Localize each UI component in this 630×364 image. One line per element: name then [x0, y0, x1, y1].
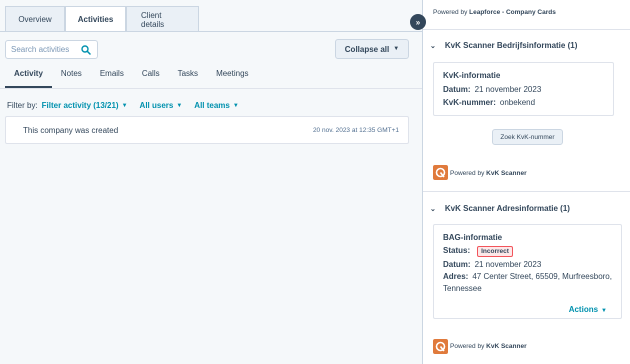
filter-activity-label: Filter activity (13/21) [41, 101, 119, 110]
tab-label: Activities [77, 15, 114, 24]
card-title: KvK-informatie [443, 71, 501, 80]
kvk-info-card: KvK-informatie Datum: 21 november 2023 Kv… [433, 62, 614, 116]
subtab-divider [0, 88, 422, 89]
tab-meetings[interactable]: Meetings [207, 66, 257, 88]
powered-brand: Leapforce - Company Cards [469, 9, 556, 16]
datum-label: Datum: [443, 85, 471, 94]
chevron-down-icon: ⌄ [430, 42, 436, 50]
button-label: Zoek KvK-nummer [500, 133, 555, 141]
powered-prefix: Powered by [433, 9, 470, 16]
activities-panel: Overview Activities Client details Searc… [0, 0, 422, 364]
filter-bar: Filter by: Filter activity (13/21) ▼ All … [7, 101, 251, 110]
datum-value: 21 november 2023 [474, 260, 542, 269]
tab-label: Client details [141, 10, 165, 29]
chevron-down-icon: ⌄ [430, 205, 436, 213]
tab-calls[interactable]: Calls [133, 66, 169, 88]
datum-label: Datum: [443, 260, 471, 269]
record-tabs: Overview Activities Client details [5, 6, 199, 32]
double-chevron-right-icon: » [415, 17, 421, 27]
activity-text: This company was created [23, 126, 119, 135]
tab-client-details[interactable]: Client details [126, 6, 199, 32]
powered-prefix: Powered by [450, 170, 487, 177]
collapse-label: Collapse all [344, 44, 390, 54]
powered-by-leapforce: Powered by Leapforce - Company Cards [433, 9, 556, 16]
all-teams-dropdown[interactable]: All teams ▼ [194, 101, 239, 110]
tab-activities[interactable]: Activities [65, 6, 126, 32]
powered-brand: KvK Scanner [486, 343, 527, 350]
filter-label: Filter by: [7, 101, 38, 110]
powered-brand: KvK Scanner [486, 170, 527, 177]
section-divider [423, 191, 630, 192]
all-teams-label: All teams [194, 101, 230, 110]
tab-emails[interactable]: Emails [91, 66, 133, 88]
adres-line2: Tennessee [443, 284, 482, 293]
kvk-number-value: onbekend [499, 98, 536, 107]
adres-row: Adres: 47 Center Street, 65509, Murfreesb… [443, 272, 612, 281]
powered-by-kvk-scanner: Powered by KvK Scanner [450, 343, 527, 350]
tab-tasks[interactable]: Tasks [169, 66, 207, 88]
search-icon[interactable] [79, 43, 93, 57]
caret-down-icon: ▼ [232, 102, 239, 109]
search-input[interactable]: Search activities [5, 40, 98, 59]
datum-row: Datum: 21 november 2023 [443, 85, 541, 94]
all-users-label: All users [139, 101, 174, 110]
adres-label: Adres: [443, 272, 469, 281]
powered-prefix: Powered by [450, 343, 487, 350]
datum-value: 21 november 2023 [474, 85, 542, 94]
tab-label: Overview [18, 15, 52, 24]
tab-notes[interactable]: Notes [52, 66, 91, 88]
kvk-scanner-logo-icon [433, 339, 448, 354]
card-title: BAG-informatie [443, 233, 503, 242]
section-kvk-adresinformatie[interactable]: ⌄ KvK Scanner Adresinformatie (1) [430, 204, 570, 213]
powered-by-kvk-scanner: Powered by KvK Scanner [450, 170, 527, 177]
datum-row: Datum: 21 november 2023 [443, 260, 541, 269]
actions-dropdown[interactable]: Actions ▼ [569, 305, 607, 314]
all-users-dropdown[interactable]: All users ▼ [140, 101, 183, 110]
section-title: KvK Scanner Adresinformatie (1) [444, 204, 570, 213]
actions-label: Actions [568, 305, 599, 314]
expand-sidebar-button[interactable]: » [410, 14, 426, 30]
activity-item: This company was created 20 nov. 2023 at… [5, 116, 409, 144]
bag-info-card: BAG-informatie Status: Incorrect Datum: 21… [433, 224, 622, 319]
kvk-scanner-logo-icon [433, 165, 448, 180]
kvk-number-label: KvK-nummer: [443, 98, 496, 107]
caret-down-icon: ▼ [601, 308, 607, 314]
activity-type-tabs: Activity Notes Emails Calls Tasks Meetin… [5, 66, 258, 88]
tab-overview[interactable]: Overview [5, 6, 65, 32]
section-title: KvK Scanner Bedrijfsinformatie (1) [444, 41, 578, 50]
filter-activity-dropdown[interactable]: Filter activity (13/21) ▼ [42, 101, 128, 110]
tab-divider [0, 31, 422, 32]
activity-timestamp: 20 nov. 2023 at 12:35 GMT+1 [312, 127, 399, 134]
tab-activity[interactable]: Activity [5, 66, 52, 88]
collapse-all-button[interactable]: Collapse all ▼ [335, 39, 409, 59]
status-row: Status: Incorrect [443, 246, 513, 257]
status-label: Status: [443, 246, 471, 255]
caret-down-icon: ▼ [393, 46, 400, 52]
adres-line1: 47 Center Street, 65509, Murfreesboro, [472, 272, 612, 281]
section-kvk-bedrijfsinformatie[interactable]: ⌄ KvK Scanner Bedrijfsinformatie (1) [430, 41, 577, 50]
kvk-number-row: KvK-nummer: onbekend [443, 98, 535, 107]
caret-down-icon: ▼ [176, 102, 183, 109]
section-divider [423, 29, 630, 30]
zoek-kvk-nummer-button[interactable]: Zoek KvK-nummer [492, 129, 563, 145]
status-badge: Incorrect [477, 246, 513, 257]
caret-down-icon: ▼ [121, 102, 128, 109]
search-placeholder: Search activities [11, 45, 70, 54]
